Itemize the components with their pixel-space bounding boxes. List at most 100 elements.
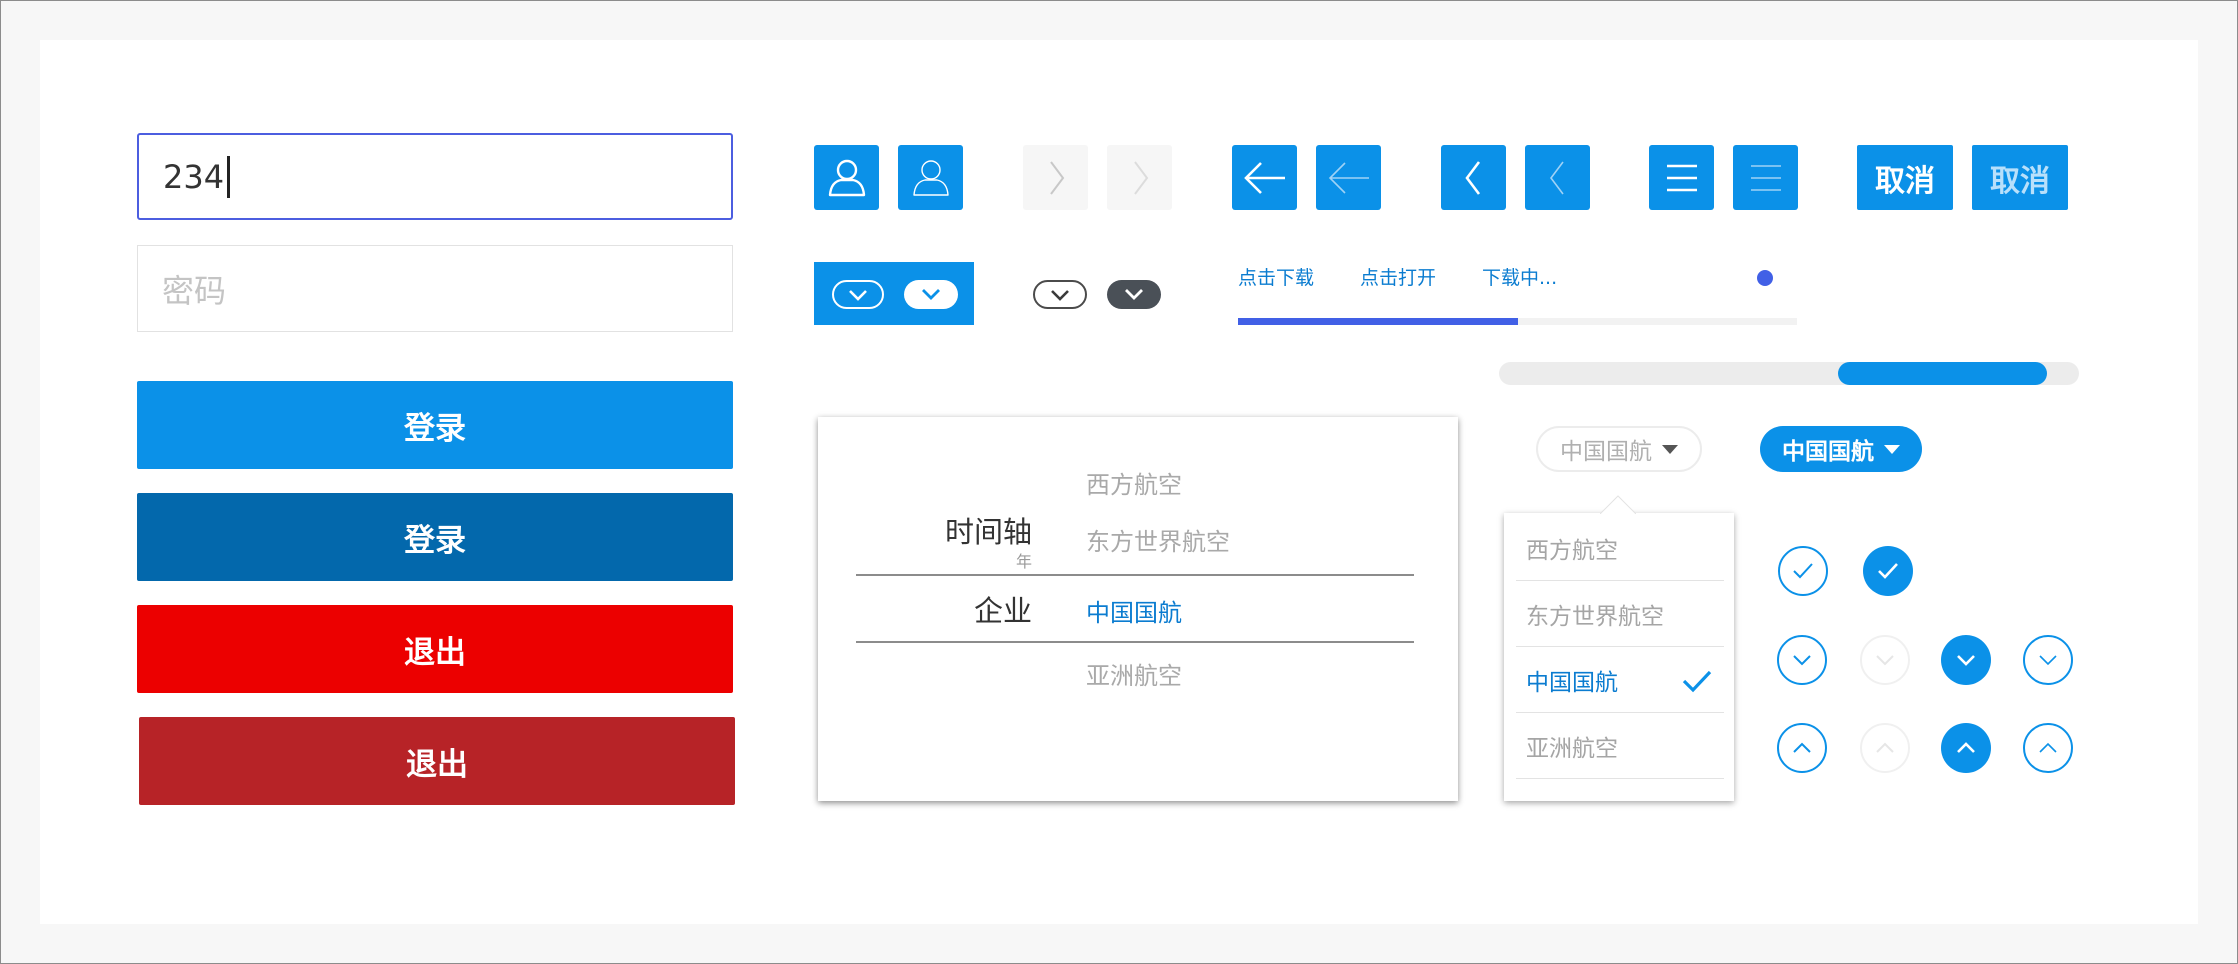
login-button-label: 登录 bbox=[404, 522, 466, 559]
expand-circle-disabled[interactable] bbox=[1860, 635, 1910, 685]
expand-toggle-dark-outline[interactable] bbox=[1033, 280, 1087, 309]
airline-dropdown-menu: 西方航空 东方世界航空 中国国航 亚洲航空 bbox=[1504, 495, 1734, 801]
chevron-left-icon bbox=[1464, 160, 1480, 195]
status-dot bbox=[1757, 270, 1773, 286]
check-circle-outline[interactable] bbox=[1778, 546, 1828, 596]
chevron-down-icon bbox=[1793, 655, 1811, 666]
tab-click-download[interactable]: 点击下载 bbox=[1238, 263, 1314, 290]
user-button-light[interactable] bbox=[898, 145, 963, 210]
menu-item-selected[interactable]: 中国国航 bbox=[1516, 647, 1724, 713]
check-icon bbox=[1682, 670, 1712, 693]
next-button[interactable] bbox=[1023, 145, 1088, 210]
picker-option[interactable]: 东方世界航空 bbox=[1086, 522, 1230, 557]
tab-click-open[interactable]: 点击打开 bbox=[1360, 263, 1436, 290]
picker-option-selected[interactable]: 中国国航 bbox=[1086, 593, 1182, 628]
back-arrow-button[interactable] bbox=[1232, 145, 1297, 210]
logout-button-label: 退出 bbox=[404, 634, 466, 671]
menu-item-label: 中国国航 bbox=[1526, 669, 1618, 696]
tab-progress-track bbox=[1238, 318, 1797, 325]
download-progress-fill bbox=[1838, 362, 2048, 385]
chevron-down-icon bbox=[922, 289, 940, 300]
password-field[interactable]: 密码 bbox=[137, 245, 733, 332]
username-value: 234 bbox=[163, 157, 225, 196]
chevron-left-icon bbox=[1549, 161, 1564, 194]
login-button[interactable]: 登录 bbox=[137, 381, 733, 469]
expand-circle-filled[interactable] bbox=[1941, 635, 1991, 685]
logout-button-label: 退出 bbox=[406, 746, 468, 783]
chevron-right-icon bbox=[1049, 160, 1064, 195]
arrow-left-icon bbox=[1243, 161, 1285, 194]
user-button[interactable] bbox=[814, 145, 879, 210]
dropdown-value: 中国国航 bbox=[1782, 439, 1874, 465]
chevron-right-icon bbox=[1133, 160, 1148, 195]
logout-button-pressed[interactable]: 退出 bbox=[139, 717, 735, 805]
chevron-up-icon bbox=[1957, 742, 1975, 753]
expand-toggle-dark-filled[interactable] bbox=[1107, 280, 1161, 309]
airline-picker[interactable]: 西方航空 时间轴 年 东方世界航空 企业 中国国航 亚洲航空 bbox=[818, 417, 1458, 801]
logout-button[interactable]: 退出 bbox=[137, 605, 733, 693]
menu-icon bbox=[1666, 164, 1697, 191]
chevron-up-icon bbox=[2039, 742, 2057, 753]
chevron-down-icon bbox=[1125, 289, 1143, 300]
chevron-down-icon bbox=[2039, 655, 2057, 666]
collapse-circle-disabled[interactable] bbox=[1860, 723, 1910, 773]
collapse-circle-filled[interactable] bbox=[1941, 723, 1991, 773]
next-button-disabled[interactable] bbox=[1107, 145, 1172, 210]
menu-icon bbox=[1750, 164, 1781, 191]
menu-item-label: 西方航空 bbox=[1526, 537, 1618, 564]
picker-row-label: 企业 bbox=[973, 594, 1032, 628]
menu-item[interactable]: 东方世界航空 bbox=[1516, 581, 1724, 647]
dropdown-value: 中国国航 bbox=[1560, 439, 1652, 465]
expand-toggle-filled[interactable] bbox=[904, 280, 958, 309]
picker-group-label: 时间轴 bbox=[944, 515, 1032, 549]
arrow-left-icon bbox=[1328, 161, 1369, 194]
cancel-button[interactable]: 取消 bbox=[1857, 145, 1953, 210]
chevron-down-icon bbox=[1876, 655, 1894, 666]
login-button-label: 登录 bbox=[404, 410, 466, 447]
caret-down-icon bbox=[1662, 444, 1678, 454]
menu-item-label: 东方世界航空 bbox=[1526, 603, 1664, 630]
login-button-pressed[interactable]: 登录 bbox=[137, 493, 733, 581]
picker-selection-bottom-line bbox=[856, 641, 1414, 643]
expand-circle[interactable] bbox=[1777, 635, 1827, 685]
caret-down-icon bbox=[1884, 444, 1900, 454]
prev-button-light[interactable] bbox=[1525, 145, 1590, 210]
user-icon bbox=[912, 159, 949, 196]
menu-button[interactable] bbox=[1649, 145, 1714, 210]
chevron-down-icon bbox=[1957, 655, 1975, 666]
expand-toggle-outline[interactable] bbox=[832, 280, 884, 309]
chevron-up-icon bbox=[1876, 742, 1894, 753]
check-icon bbox=[1878, 563, 1898, 579]
cancel-button-label: 取消 bbox=[1875, 163, 1935, 199]
username-field[interactable]: 234 bbox=[137, 133, 733, 220]
chevron-down-icon bbox=[849, 290, 867, 301]
picker-group-sub: 年 bbox=[1015, 552, 1032, 571]
menu-item-label: 亚洲航空 bbox=[1526, 735, 1618, 762]
password-placeholder: 密码 bbox=[162, 271, 227, 310]
menu-item[interactable]: 西方航空 bbox=[1516, 515, 1724, 581]
expand-circle-alt[interactable] bbox=[2023, 635, 2073, 685]
user-icon bbox=[828, 159, 865, 196]
chevron-up-icon bbox=[1793, 742, 1811, 753]
download-progress-bar[interactable] bbox=[1499, 362, 2079, 385]
tab-progress-fill bbox=[1238, 318, 1518, 325]
menu-pointer bbox=[1600, 495, 1636, 514]
chevron-down-icon bbox=[1051, 290, 1069, 301]
collapse-circle-alt[interactable] bbox=[2023, 723, 2073, 773]
text-caret bbox=[227, 155, 231, 198]
airline-dropdown-outline[interactable]: 中国国航 bbox=[1536, 426, 1702, 472]
picker-option[interactable]: 亚洲航空 bbox=[1086, 656, 1182, 691]
menu-item[interactable]: 亚洲航空 bbox=[1516, 713, 1724, 779]
back-arrow-button-light[interactable] bbox=[1316, 145, 1381, 210]
check-icon bbox=[1793, 563, 1813, 579]
menu-button-light[interactable] bbox=[1733, 145, 1798, 210]
check-circle-filled[interactable] bbox=[1863, 546, 1913, 596]
picker-selection-top-line bbox=[856, 574, 1414, 576]
collapse-circle[interactable] bbox=[1777, 723, 1827, 773]
cancel-button-label: 取消 bbox=[1990, 163, 2050, 199]
picker-option[interactable]: 西方航空 bbox=[1086, 465, 1182, 500]
airline-dropdown-filled[interactable]: 中国国航 bbox=[1760, 426, 1922, 472]
prev-button[interactable] bbox=[1441, 145, 1506, 210]
tab-downloading[interactable]: 下载中... bbox=[1482, 263, 1557, 290]
cancel-button-light[interactable]: 取消 bbox=[1972, 145, 2068, 210]
